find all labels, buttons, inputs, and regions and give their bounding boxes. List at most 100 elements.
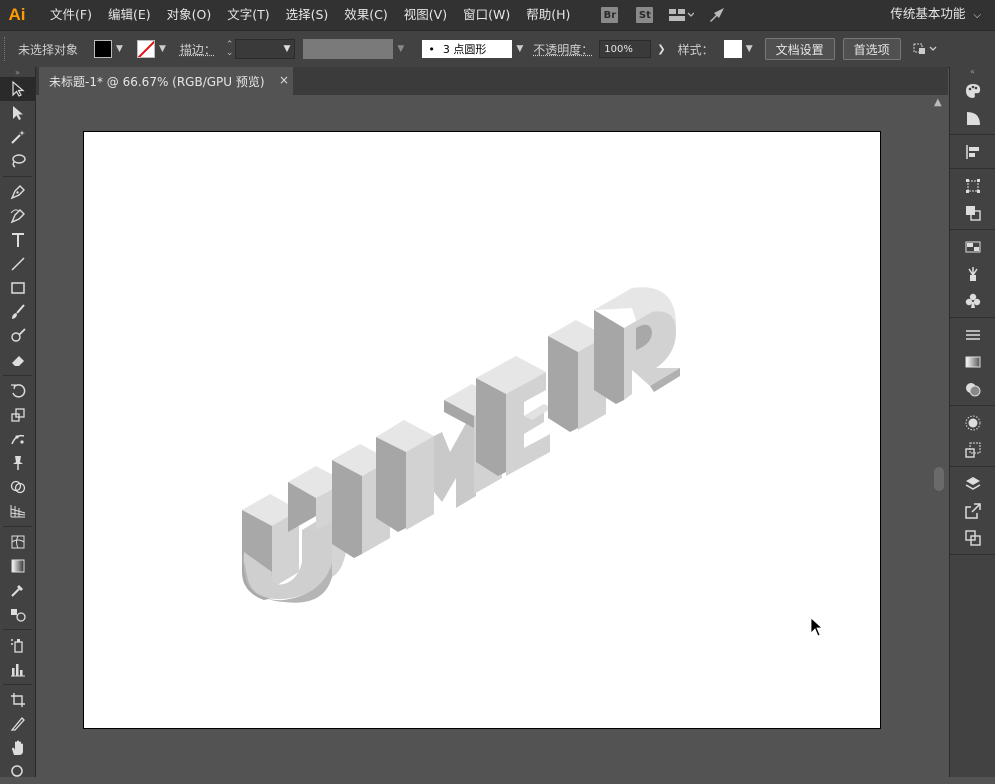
align-panel-button[interactable] [950,138,995,165]
panel-grip[interactable] [4,37,9,61]
menu-window[interactable]: 窗口(W) [455,0,518,30]
column-graph-icon [11,664,25,677]
asset-export-panel-button[interactable] [950,497,995,524]
eraser-icon [12,356,24,366]
eraser-tool[interactable] [0,348,36,372]
zoom-tool[interactable] [0,760,36,784]
document-setup-button[interactable]: 文档设置 [764,38,835,60]
brush-dropdown-icon[interactable]: ▼ [516,44,523,54]
paintbrush-tool[interactable] [0,300,36,324]
graphic-styles-panel-button[interactable] [950,436,995,463]
variable-width-profile[interactable] [303,39,394,59]
stroke-dropdown-icon[interactable]: ▼ [159,44,166,54]
artboards-panel-button[interactable] [950,524,995,551]
free-transform-tool[interactable] [0,451,36,475]
puppet-warp-tool[interactable] [0,427,36,451]
rectangle-tool[interactable] [0,276,36,300]
brushes-icon [968,266,978,281]
magic-wand-tool[interactable] [0,125,36,149]
brush-name: 点圆形 [453,43,487,56]
swatches-panel-button[interactable] [950,233,995,260]
opacity-field[interactable]: 100% [599,40,652,58]
hand-tool[interactable] [0,736,36,760]
stroke-label[interactable]: 描边： [180,41,216,58]
shape-builder-icon [10,480,26,494]
gradient-panel-button[interactable] [950,348,995,375]
style-dropdown-icon[interactable]: ▼ [746,44,753,54]
blend-tool[interactable] [0,602,36,626]
line-segment-tool[interactable] [0,252,36,276]
transform-icon [966,178,980,193]
magic-wand-icon [11,130,25,144]
artboard[interactable] [83,131,881,729]
transparency-panel-button[interactable] [950,375,995,402]
symbol-sprayer-tool[interactable] [0,633,36,657]
bridge-button[interactable]: Br [601,7,619,23]
eyedropper-tool[interactable] [0,578,36,602]
toolbar-collapse-icon[interactable]: » [0,67,35,77]
graphic-style-swatch[interactable] [723,40,742,58]
stroke-weight-field[interactable]: ▼ [235,39,296,59]
menu-file[interactable]: 文件(F) [42,0,100,30]
symbols-panel-button[interactable] [950,287,995,314]
direct-selection-tool[interactable] [0,101,36,125]
scale-tool[interactable] [0,403,36,427]
opacity-label[interactable]: 不透明度： [533,41,593,58]
perspective-grid-tool[interactable] [0,499,36,523]
brushes-panel-button[interactable] [950,260,995,287]
artboard-tool[interactable] [0,688,36,712]
shaper-tool[interactable] [0,324,36,348]
gpu-performance-icon[interactable] [708,7,726,23]
stroke-panel-button[interactable] [950,321,995,348]
menu-effect[interactable]: 效果(C) [336,0,395,30]
menu-edit[interactable]: 编辑(E) [100,0,159,30]
selection-tool[interactable] [0,77,36,101]
panel-separator [950,134,995,135]
column-graph-tool[interactable] [0,657,36,681]
panel-separator [950,466,995,467]
mesh-tool[interactable] [0,530,36,554]
scroll-thumb[interactable] [934,467,944,491]
scroll-up-icon[interactable]: ▲ [934,97,942,108]
workspace-switcher[interactable]: 传统基本功能 ⌵ [890,0,981,30]
opacity-arrow-icon[interactable]: ❯ [657,44,665,55]
app-logo[interactable]: Ai [0,0,34,30]
fill-dropdown-icon[interactable]: ▼ [116,44,123,54]
document-tab[interactable]: 未标题-1* @ 66.67% (RGB/GPU 预览) × [39,67,293,95]
lasso-tool[interactable] [0,149,36,173]
shape-builder-tool[interactable] [0,475,36,499]
arrange-icon[interactable] [913,42,939,56]
preferences-button[interactable]: 首选项 [842,38,901,60]
menu-help[interactable]: 帮助(H) [518,0,578,30]
menu-select[interactable]: 选择(S) [278,0,337,30]
color-panel-button[interactable] [950,77,995,104]
direct-selection-icon [13,106,23,120]
menu-type[interactable]: 文字(T) [219,0,277,30]
rotate-tool[interactable] [0,379,36,403]
dock-expand-icon[interactable]: « [950,67,995,77]
color-guide-button[interactable] [950,104,995,131]
tools-panel: » [0,67,36,777]
layers-panel-button[interactable] [950,470,995,497]
pen-tool[interactable] [0,180,36,204]
stroke-spinner-icon[interactable]: ⌃ ⌄ [226,41,234,58]
menu-object[interactable]: 对象(O) [159,0,220,30]
transform-panel-button[interactable] [950,172,995,199]
close-icon[interactable]: × [279,73,289,87]
profile-dropdown-icon[interactable]: ▼ [397,44,404,54]
type-tool[interactable] [0,228,36,252]
appearance-panel-button[interactable] [950,409,995,436]
symbol-sprayer-icon [11,639,23,653]
stock-button[interactable]: St [636,7,654,23]
pathfinder-panel-button[interactable] [950,199,995,226]
gradient-tool[interactable] [0,554,36,578]
brush-definition[interactable]: • 3 点圆形 [422,40,513,58]
fill-swatch[interactable] [94,40,113,58]
menu-view[interactable]: 视图(V) [396,0,455,30]
slice-tool[interactable] [0,712,36,736]
arrange-documents-icon[interactable] [668,8,695,22]
stroke-swatch[interactable] [136,40,155,58]
gradient-panel-icon [965,356,981,367]
vertical-scrollbar[interactable]: ▲ [930,95,948,777]
curvature-tool[interactable] [0,204,36,228]
